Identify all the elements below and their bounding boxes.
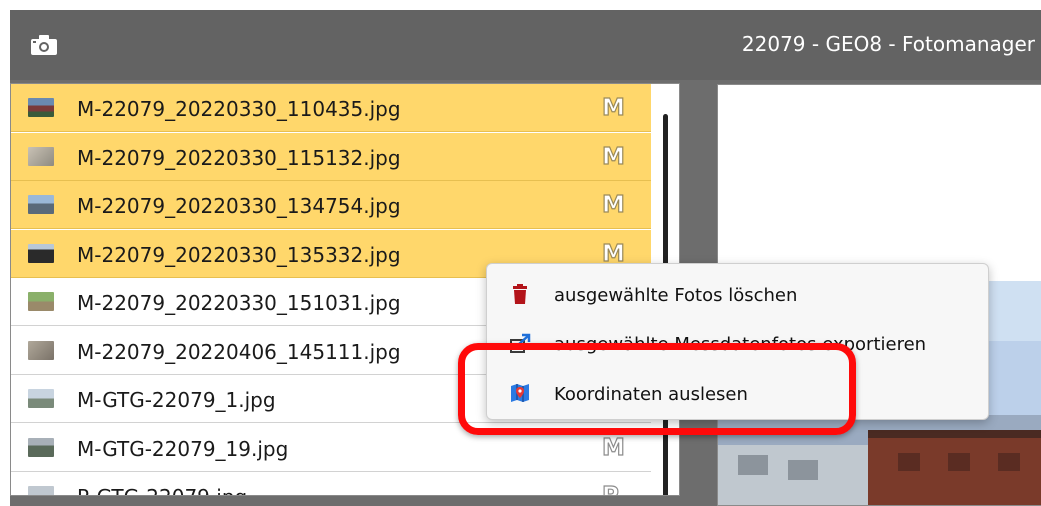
menu-item-delete[interactable]: ausgewählte Fotos löschen [487, 269, 988, 317]
photo-thumbnail [28, 486, 54, 495]
photo-type-badge: M [601, 94, 625, 121]
photo-type-badge: M [601, 191, 625, 218]
list-item[interactable]: M-22079_20220330_115132.jpg M [11, 132, 651, 181]
photo-filename: M-22079_20220330_135332.jpg [77, 242, 401, 267]
photo-thumbnail [28, 292, 54, 311]
photo-thumbnail [28, 437, 54, 457]
list-item[interactable]: P-GTG-22079.jpg P [11, 472, 651, 496]
photo-type-badge: M [601, 143, 625, 170]
photo-type-badge: M [601, 434, 625, 461]
window-title: 22079 - GEO8 - Fotomanager [741, 32, 1035, 56]
photo-thumbnail [28, 195, 54, 214]
list-item[interactable]: M-22079_20220330_110435.jpg M [11, 84, 651, 132]
photo-filename: M-GTG-22079_19.jpg [77, 436, 289, 461]
photo-filename: M-GTG-22079_1.jpg [77, 388, 276, 412]
photo-filename: M-22079_20220330_110435.jpg [77, 97, 401, 121]
list-item[interactable]: M-22079_20220330_134754.jpg M [11, 181, 651, 229]
photo-thumbnail [28, 389, 54, 408]
photo-filename: M-22079_20220330_134754.jpg [77, 194, 401, 218]
highlight-annotation [458, 343, 856, 435]
photo-thumbnail [28, 340, 54, 360]
trash-icon [513, 284, 527, 304]
photo-type-badge: P [601, 482, 619, 496]
photo-filename: M-22079_20220330_151031.jpg [77, 291, 401, 315]
photo-filename: M-22079_20220406_145111.jpg [77, 339, 401, 364]
photo-thumbnail [28, 146, 54, 166]
title-bar: 22079 - GEO8 - Fotomanager [10, 10, 1041, 80]
photo-thumbnail [28, 98, 54, 117]
photo-filename: P-GTG-22079.jpg [77, 485, 247, 495]
camera-icon[interactable] [30, 34, 58, 56]
menu-label: ausgewählte Fotos löschen [554, 285, 798, 306]
photo-thumbnail [28, 243, 54, 263]
photo-filename: M-22079_20220330_115132.jpg [77, 145, 401, 170]
